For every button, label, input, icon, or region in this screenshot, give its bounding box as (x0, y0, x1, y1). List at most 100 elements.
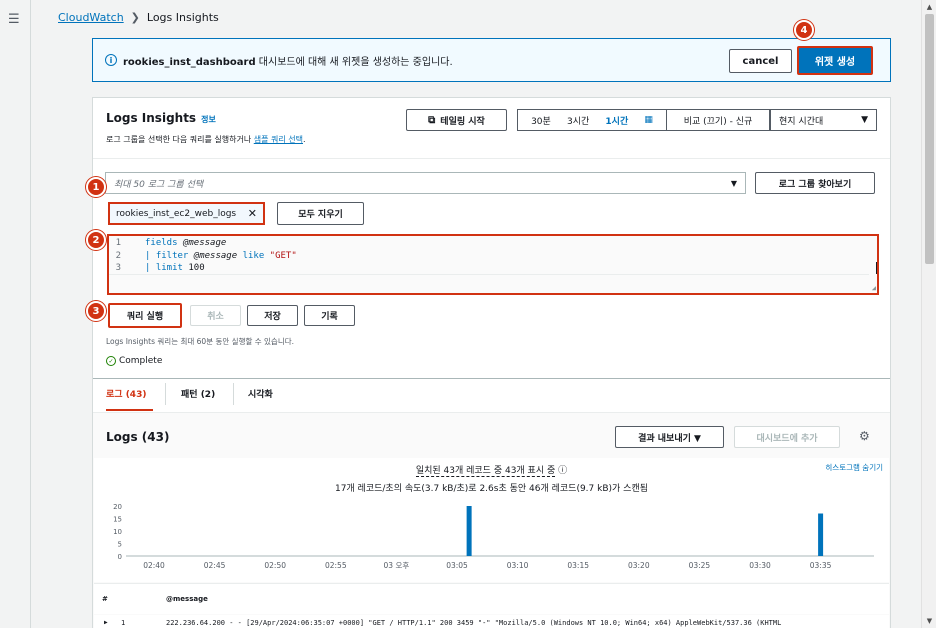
close-icon[interactable]: ✕ (248, 207, 257, 220)
y-tick-label: 10 (113, 528, 122, 536)
export-results-button[interactable]: 결과 내보내기 ▼ (615, 426, 724, 448)
histogram-bar (466, 506, 472, 556)
x-tick-label: 03:10 (507, 561, 529, 570)
logs-insights-panel: Logs Insights 정보 로그 그룹을 선택한 다음 쿼리를 실행하거나 … (92, 97, 891, 628)
cancel-query-button[interactable]: 취소 (190, 305, 241, 326)
line-number: 1 (115, 238, 121, 248)
x-tick-label: 02:40 (143, 561, 165, 570)
time-option-3h[interactable]: 3시간 (567, 114, 589, 127)
code-variable: @message (182, 238, 227, 248)
step-badge-2: 2 (86, 230, 106, 250)
histogram-bar (818, 513, 824, 556)
time-range-selector: 30분 3시간 1시간 ▦ (517, 109, 667, 131)
page-description: 로그 그룹을 선택한 다음 쿼리를 실행하거나 샘플 쿼리 선택. (106, 134, 306, 145)
x-tick-label: 03:15 (567, 561, 589, 570)
expand-row-icon[interactable]: ▶ (104, 619, 108, 626)
selected-log-group-token: rookies_inst_ec2_web_logs ✕ (108, 202, 265, 225)
code-keyword: fields (145, 238, 178, 248)
gear-icon[interactable]: ⚙ (859, 429, 870, 443)
history-button[interactable]: 기록 (304, 305, 355, 326)
compare-toggle[interactable]: 비교 (끄기) - 신규 (667, 109, 770, 131)
tab-separator (233, 383, 234, 405)
tab-visualization[interactable]: 시각화 (248, 387, 273, 400)
time-option-30m[interactable]: 30분 (531, 114, 551, 127)
code-number: 100 (188, 263, 205, 273)
x-tick-label: 03:25 (689, 561, 711, 570)
page-description-suffix: . (303, 135, 306, 144)
info-banner: i rookies_inst_dashboard 대시보드에 대해 새 위젯을 … (92, 38, 891, 82)
page-scrollbar[interactable]: ▲ ▼ (921, 0, 936, 628)
token-label: rookies_inst_ec2_web_logs (116, 208, 237, 219)
column-header-number: # (102, 595, 108, 603)
run-query-button[interactable]: 쿼리 실행 (108, 303, 182, 328)
calendar-icon[interactable]: ▦ (644, 115, 653, 125)
start-tailing-label: 테일링 시작 (440, 116, 485, 127)
banner-dashboard-name: rookies_inst_dashboard (123, 56, 256, 68)
status-label: Complete (119, 356, 163, 366)
browse-log-groups-button[interactable]: 로그 그룹 찾아보기 (755, 172, 875, 194)
banner-message: rookies_inst_dashboard 대시보드에 대해 새 위젯을 생성… (123, 53, 453, 68)
tab-patterns[interactable]: 패턴 (2) (181, 387, 215, 400)
x-tick-label: 02:50 (264, 561, 286, 570)
menu-icon[interactable]: ☰ (8, 12, 20, 27)
query-editor[interactable]: 1 fields @message 2 | filter @message like… (107, 234, 879, 295)
line-number: 2 (115, 251, 121, 261)
scroll-down-arrow-icon[interactable]: ▼ (922, 614, 936, 628)
table-header: # @message (94, 583, 889, 614)
external-link-icon: ⧉ (428, 114, 436, 126)
info-icon: i (105, 54, 117, 66)
info-icon[interactable]: ⓘ (558, 466, 567, 476)
add-to-dashboard-button[interactable]: 대시보드에 추가 (734, 426, 840, 448)
code-keyword: like (242, 251, 265, 261)
page-title-text: Logs Insights (106, 111, 197, 125)
step-badge-4: 4 (794, 20, 814, 40)
code-line: 2 | filter @message like "GET" (109, 251, 877, 263)
breadcrumb-current: Logs Insights (146, 11, 219, 24)
time-option-1h[interactable]: 1시간 (605, 114, 628, 127)
start-tailing-button[interactable]: ⧉ 테일링 시작 (406, 109, 507, 131)
row-message: 222.236.64.200 - - [29/Apr/2024:06:35:07… (166, 619, 782, 627)
active-tab-indicator (106, 409, 153, 411)
y-tick-label: 0 (118, 553, 122, 561)
sample-query-link[interactable]: 샘플 쿼리 선택 (254, 135, 303, 144)
timezone-value: 현지 시간대 (779, 116, 824, 127)
code-variable: @message (193, 251, 238, 261)
tab-logs[interactable]: 로그 (43) (106, 387, 146, 400)
timezone-select[interactable]: 현지 시간대 ▼ (770, 109, 877, 131)
info-link[interactable]: 정보 (201, 115, 216, 124)
editor-line-divider (109, 274, 869, 275)
page-title: Logs Insights 정보 (106, 111, 216, 125)
scroll-thumb[interactable] (925, 14, 934, 264)
resize-handle-icon[interactable]: ◢ (872, 284, 876, 292)
code-keyword: | limit (145, 263, 183, 273)
clear-all-button[interactable]: 모두 지우기 (277, 202, 364, 225)
chevron-down-icon: ▼ (861, 115, 868, 125)
breadcrumb-cloudwatch-link[interactable]: CloudWatch (58, 11, 124, 24)
tab-separator (165, 383, 166, 405)
row-number: 1 (121, 619, 126, 627)
editor-cursor (876, 262, 877, 274)
run-time-note: Logs Insights 쿼리는 최대 60분 동안 실행할 수 있습니다. (106, 337, 295, 346)
banner-message-text: 대시보드에 대해 새 위젯을 생성하는 중입니다. (255, 56, 453, 68)
records-summary: 일치된 43개 레코드 중 43개 표시 중 ⓘ (94, 463, 889, 477)
save-query-button[interactable]: 저장 (247, 305, 298, 326)
results-section: Logs (43) 결과 내보내기 ▼ 대시보드에 추가 ⚙ 히스토그램 숨기기… (93, 412, 890, 628)
log-group-select[interactable]: 최대 50 로그 그룹 선택 ▼ (105, 172, 746, 194)
y-tick-label: 20 (113, 503, 122, 511)
y-tick-label: 15 (113, 516, 122, 524)
x-tick-label: 03:35 (810, 561, 832, 570)
check-circle-icon: ✓ (106, 356, 116, 366)
divider (93, 158, 890, 159)
banner-cancel-button[interactable]: cancel (729, 49, 792, 73)
results-title: Logs (43) (106, 430, 170, 444)
table-row[interactable]: ▶ 1 222.236.64.200 - - [29/Apr/2024:06:3… (94, 615, 889, 628)
scroll-up-arrow-icon[interactable]: ▲ (922, 0, 936, 14)
query-status: ✓ Complete (106, 356, 162, 366)
x-tick-label: 02:55 (325, 561, 347, 570)
breadcrumb: CloudWatch ❯ Logs Insights (58, 11, 219, 24)
step-badge-1: 1 (86, 177, 106, 197)
x-tick-label: 03:05 (446, 561, 468, 570)
create-widget-button[interactable]: 위젯 생성 (797, 46, 873, 75)
step-badge-3: 3 (86, 301, 106, 321)
left-rail-border (30, 0, 31, 628)
